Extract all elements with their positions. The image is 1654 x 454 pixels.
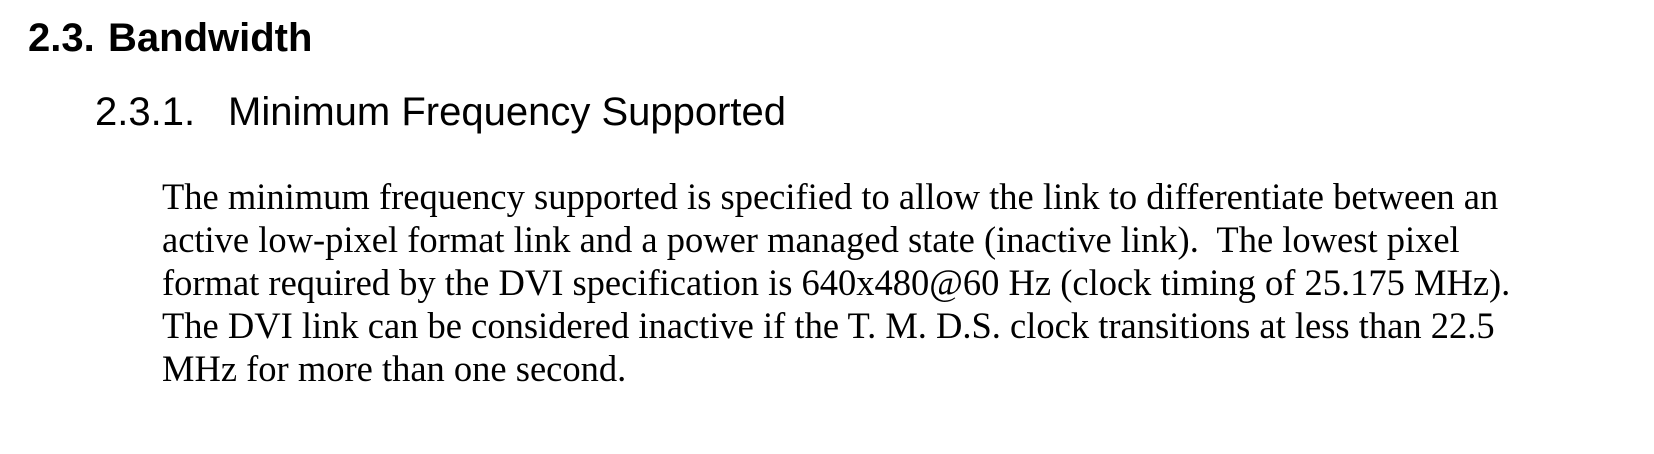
paragraph-line-3: format required by the DVI specification… xyxy=(162,262,1511,303)
document-page: 2.3. Bandwidth 2.3.1. Minimum Frequency Su… xyxy=(0,0,1654,454)
section-title: Bandwidth xyxy=(108,16,313,60)
section-number: 2.3. xyxy=(28,16,95,60)
section-heading: 2.3. Bandwidth xyxy=(28,14,312,62)
paragraph-line-5: MHz for more than one second. xyxy=(162,348,627,389)
subsection-title: Minimum Frequency Supported xyxy=(228,90,787,134)
body-paragraph: The minimum frequency supported is speci… xyxy=(162,175,1542,390)
paragraph-line-2: active low-pixel format link and a power… xyxy=(162,219,1460,260)
paragraph-line-1: The minimum frequency supported is speci… xyxy=(162,176,1499,217)
subsection-heading: 2.3.1. Minimum Frequency Supported xyxy=(95,88,786,136)
subsection-number: 2.3.1. xyxy=(95,90,196,134)
paragraph-line-4: The DVI link can be considered inactive … xyxy=(162,305,1495,346)
